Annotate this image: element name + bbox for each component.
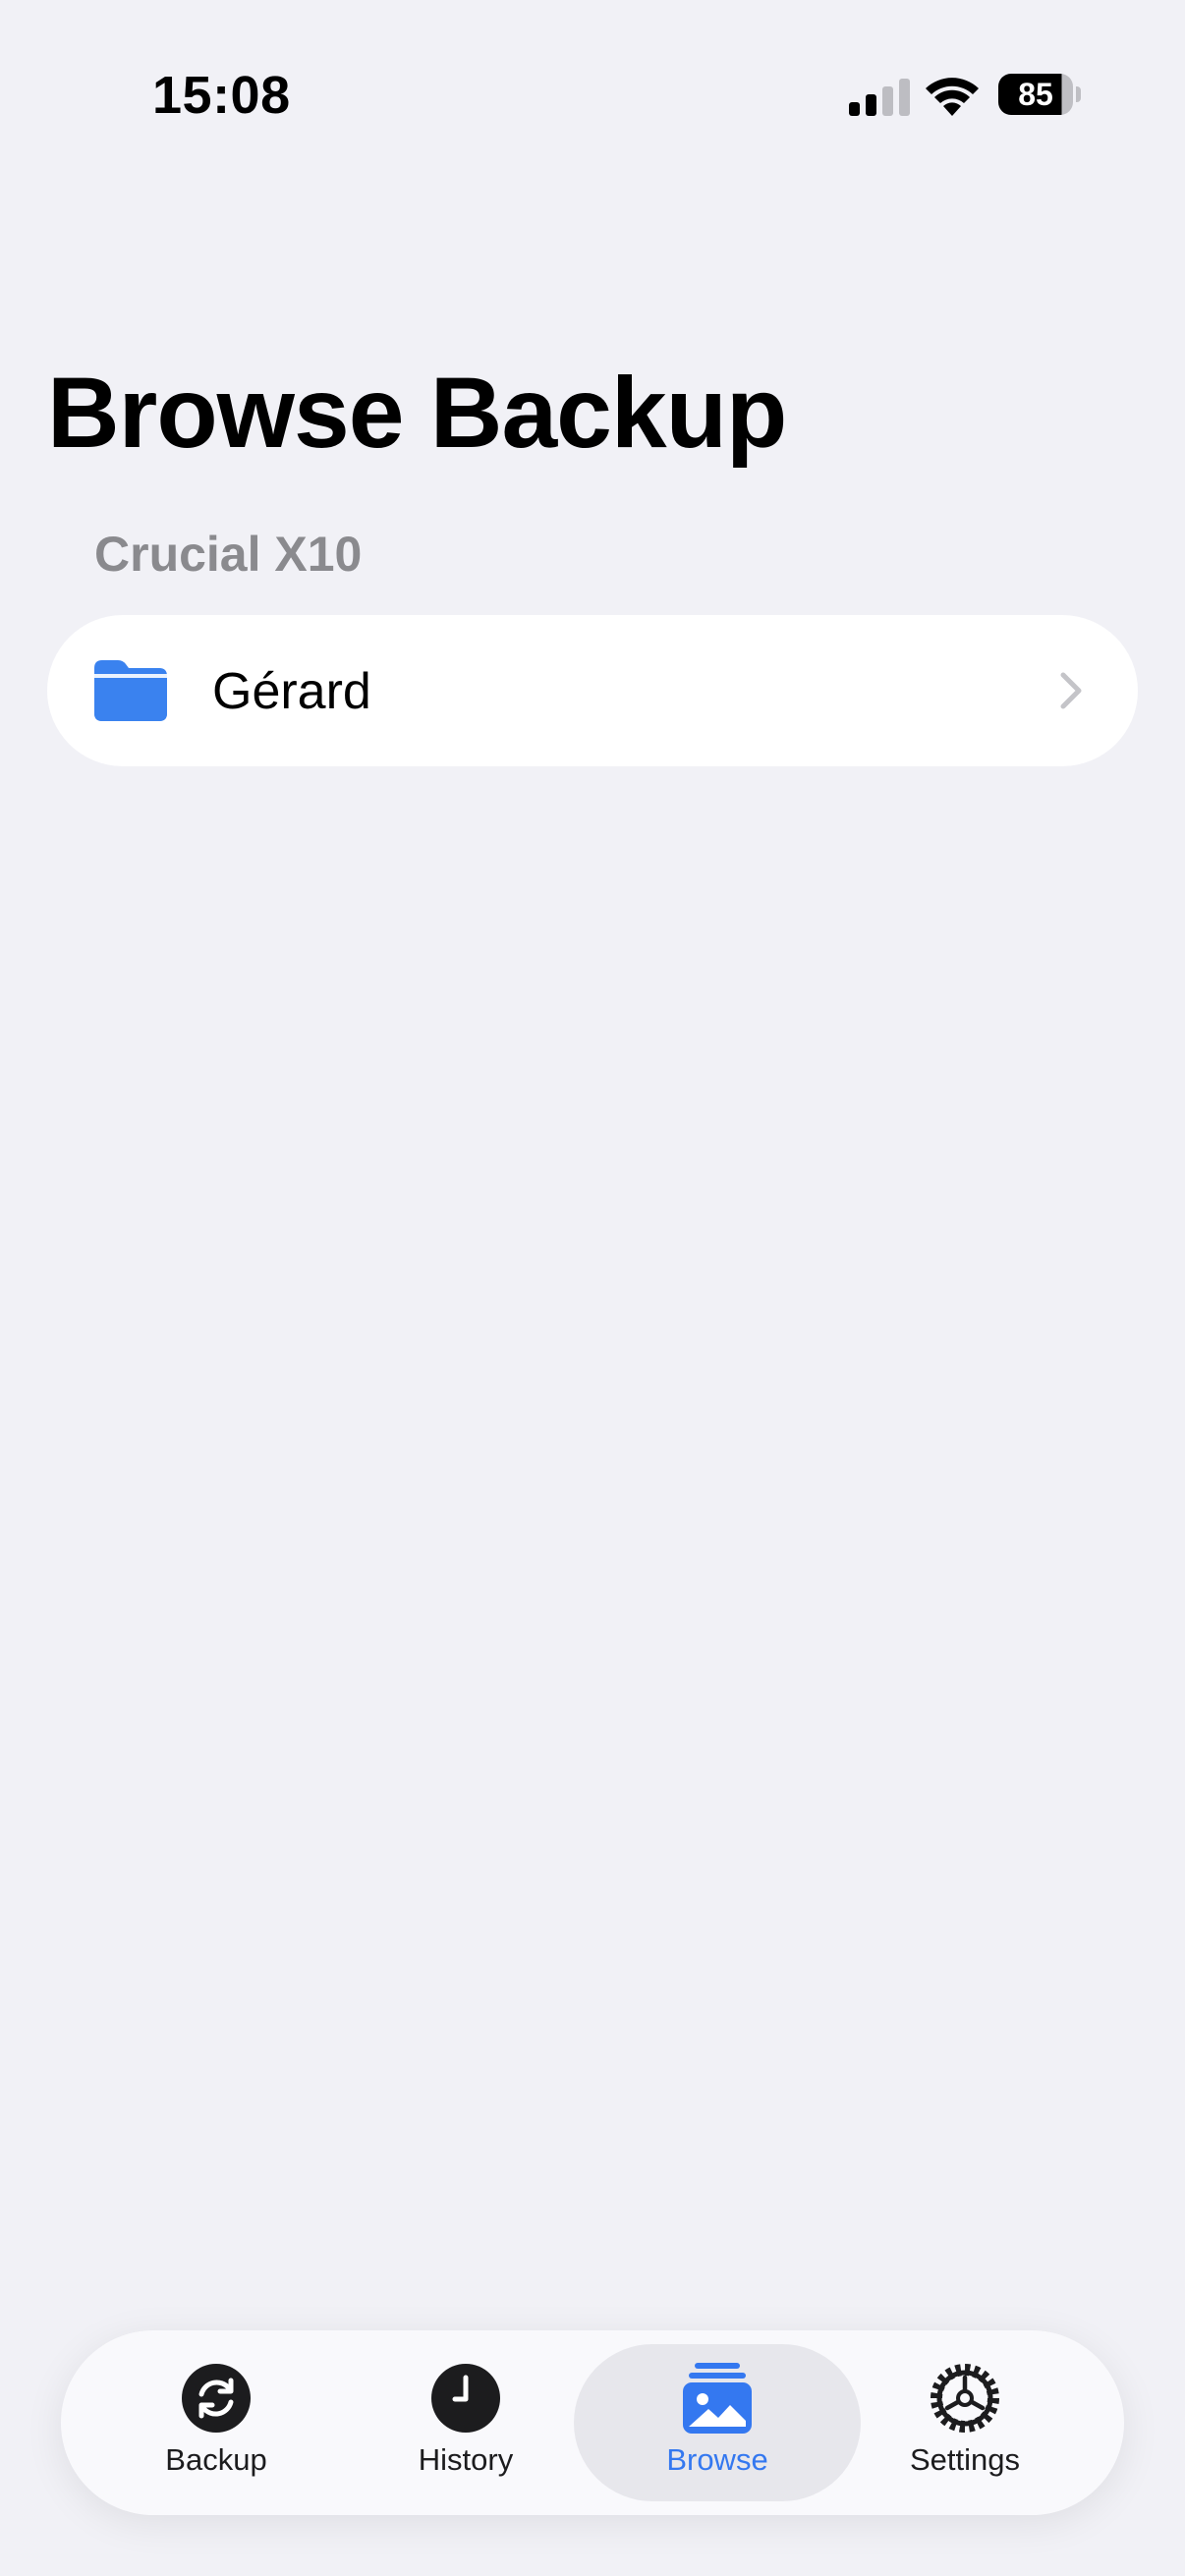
folder-icon bbox=[94, 660, 167, 721]
battery-level: 85 bbox=[998, 74, 1073, 115]
tab-history[interactable]: History bbox=[377, 2344, 554, 2501]
clock-icon bbox=[431, 2364, 500, 2433]
status-time: 15:08 bbox=[152, 66, 291, 125]
list-item[interactable]: Gérard bbox=[47, 615, 1138, 766]
tab-bar: Backup History Browse Settings bbox=[61, 2330, 1124, 2515]
tab-label: Browse bbox=[666, 2442, 768, 2477]
sync-icon bbox=[182, 2364, 251, 2433]
tab-label: History bbox=[418, 2442, 514, 2477]
tab-backup[interactable]: Backup bbox=[128, 2344, 305, 2501]
wifi-icon bbox=[926, 78, 979, 116]
cellular-signal-icon bbox=[849, 79, 910, 116]
chevron-right-icon bbox=[1060, 672, 1082, 709]
battery-icon: 85 bbox=[998, 74, 1081, 115]
photo-stack-icon bbox=[683, 2363, 752, 2434]
tab-label: Settings bbox=[909, 2442, 1020, 2477]
gear-icon bbox=[931, 2364, 999, 2433]
section-header: Crucial X10 bbox=[94, 527, 363, 582]
page-title: Browse Backup bbox=[47, 357, 787, 469]
tab-label: Backup bbox=[165, 2442, 267, 2477]
tab-browse[interactable]: Browse bbox=[574, 2344, 861, 2501]
tab-settings[interactable]: Settings bbox=[876, 2344, 1053, 2501]
list-item-label: Gérard bbox=[212, 663, 371, 720]
